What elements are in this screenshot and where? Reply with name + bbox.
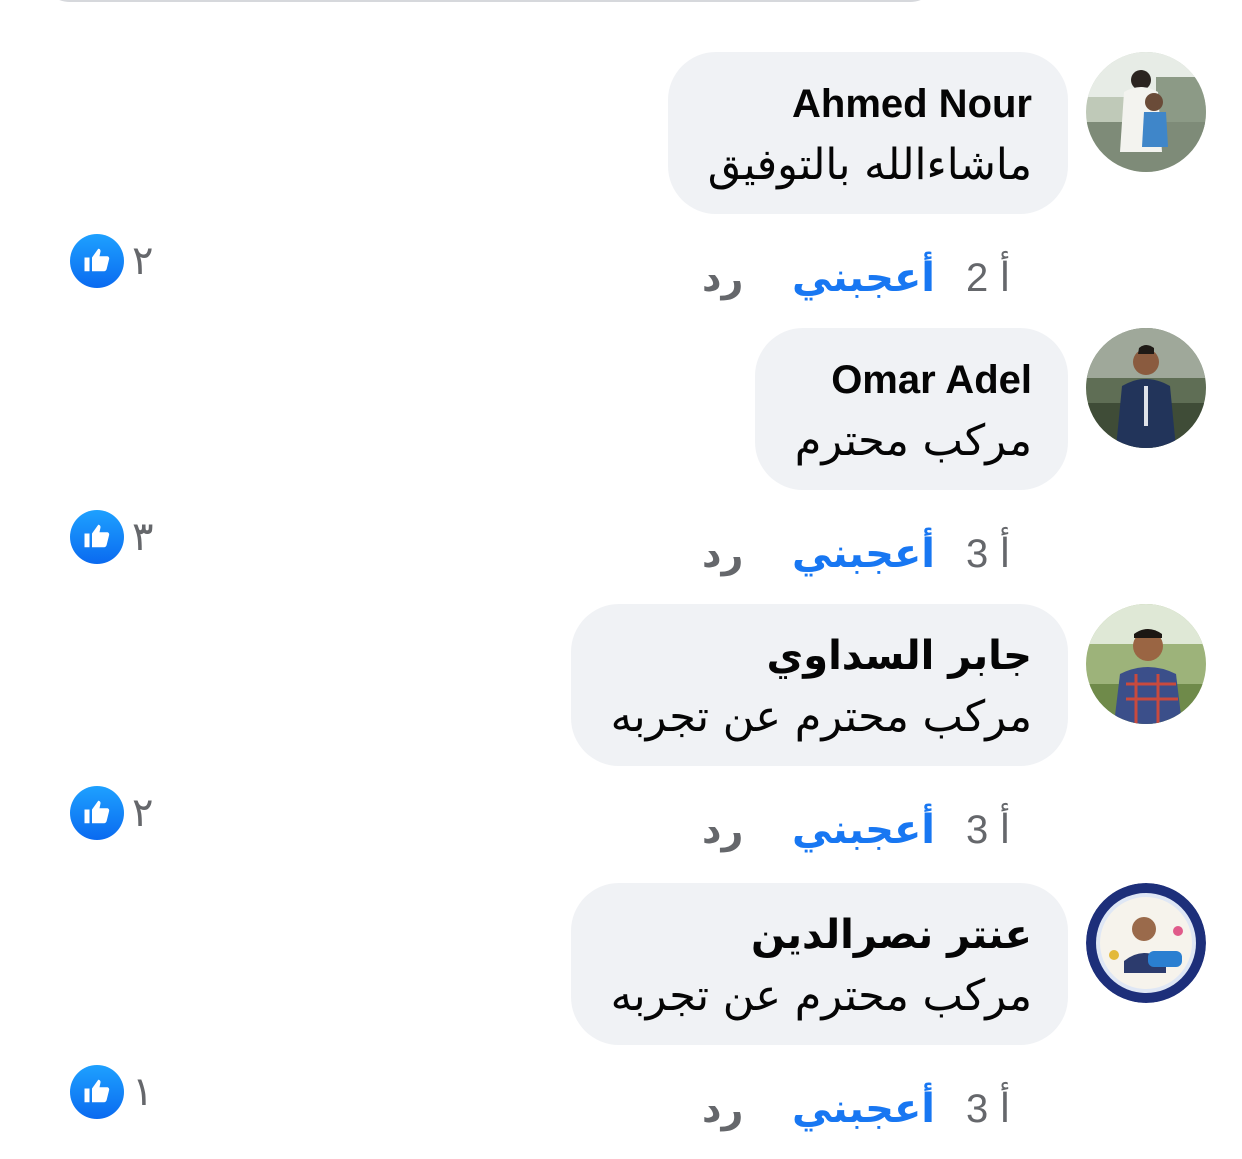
comment-text: مركب محترم عن تجربه bbox=[610, 971, 1032, 1021]
avatar[interactable] bbox=[1086, 328, 1206, 448]
comment-time[interactable]: 2 أ bbox=[966, 248, 1010, 308]
comment-time[interactable]: 3 أ bbox=[966, 1079, 1010, 1139]
comment-author[interactable]: عنتر نصرالدين bbox=[611, 909, 1032, 961]
reaction-count: ١ bbox=[132, 1069, 154, 1115]
reply-button[interactable]: رد bbox=[702, 800, 743, 860]
thumbs-up-icon bbox=[70, 786, 124, 840]
like-button[interactable]: أعجبني bbox=[792, 800, 935, 860]
comment-time[interactable]: 3 أ bbox=[966, 800, 1010, 860]
reaction-summary[interactable]: ٢ bbox=[70, 234, 190, 290]
comment-text: ماشاءالله بالتوفيق bbox=[707, 140, 1032, 190]
reply-button[interactable]: رد bbox=[702, 524, 743, 584]
thumbs-up-icon bbox=[70, 510, 124, 564]
thumbs-up-icon bbox=[70, 1065, 124, 1119]
comment: جابر السداوي مركب محترم عن تجربه 3 أ أعج… bbox=[0, 604, 1242, 880]
comment-author[interactable]: Ahmed Nour bbox=[708, 78, 1032, 130]
reaction-summary[interactable]: ١ bbox=[70, 1065, 190, 1121]
comment-time[interactable]: 3 أ bbox=[966, 524, 1010, 584]
like-button[interactable]: أعجبني bbox=[792, 1079, 935, 1139]
comment-actions: 3 أ أعجبني رد ٢ bbox=[0, 786, 1242, 860]
comment-author[interactable]: جابر السداوي bbox=[611, 630, 1032, 682]
like-button[interactable]: أعجبني bbox=[792, 524, 935, 584]
comment-bubble: Ahmed Nour ماشاءالله بالتوفيق bbox=[667, 52, 1068, 214]
avatar-photo bbox=[1086, 328, 1206, 448]
reaction-count: ٣ bbox=[132, 514, 154, 560]
reaction-summary[interactable]: ٣ bbox=[70, 510, 190, 566]
comment-text: مركب محترم عن تجربه bbox=[610, 692, 1032, 742]
like-button[interactable]: أعجبني bbox=[792, 248, 935, 308]
comment-text: مركب محترم bbox=[794, 416, 1032, 466]
comment: عنتر نصرالدين مركب محترم عن تجربه 3 أ أع… bbox=[0, 883, 1242, 1159]
comment-actions: 2 أ أعجبني رد ٢ bbox=[0, 234, 1242, 308]
reaction-count: ٢ bbox=[132, 238, 154, 284]
thumbs-up-icon bbox=[70, 234, 124, 288]
reply-button[interactable]: رد bbox=[702, 1079, 743, 1139]
avatar[interactable] bbox=[1086, 604, 1206, 724]
comment: Ahmed Nour ماشاءالله بالتوفيق 2 أ أعجبني… bbox=[0, 52, 1242, 328]
comment: Omar Adel مركب محترم 3 أ أعجبني رد ٣ bbox=[0, 328, 1242, 604]
avatar-photo bbox=[1086, 883, 1206, 1003]
comment-bubble: Omar Adel مركب محترم bbox=[754, 328, 1068, 490]
reaction-summary[interactable]: ٢ bbox=[70, 786, 190, 842]
reaction-count: ٢ bbox=[132, 790, 154, 836]
avatar-photo bbox=[1086, 52, 1206, 172]
comment-actions: 3 أ أعجبني رد ١ bbox=[0, 1065, 1242, 1139]
comment-bubble: جابر السداوي مركب محترم عن تجربه bbox=[570, 604, 1068, 766]
avatar[interactable] bbox=[1086, 883, 1206, 1003]
avatar[interactable] bbox=[1086, 52, 1206, 172]
comment-actions: 3 أ أعجبني رد ٣ bbox=[0, 510, 1242, 584]
avatar-photo bbox=[1086, 604, 1206, 724]
previous-input-edge bbox=[40, 0, 940, 2]
comment-author[interactable]: Omar Adel bbox=[795, 354, 1032, 406]
comment-bubble: عنتر نصرالدين مركب محترم عن تجربه bbox=[570, 883, 1068, 1045]
reply-button[interactable]: رد bbox=[702, 248, 743, 308]
